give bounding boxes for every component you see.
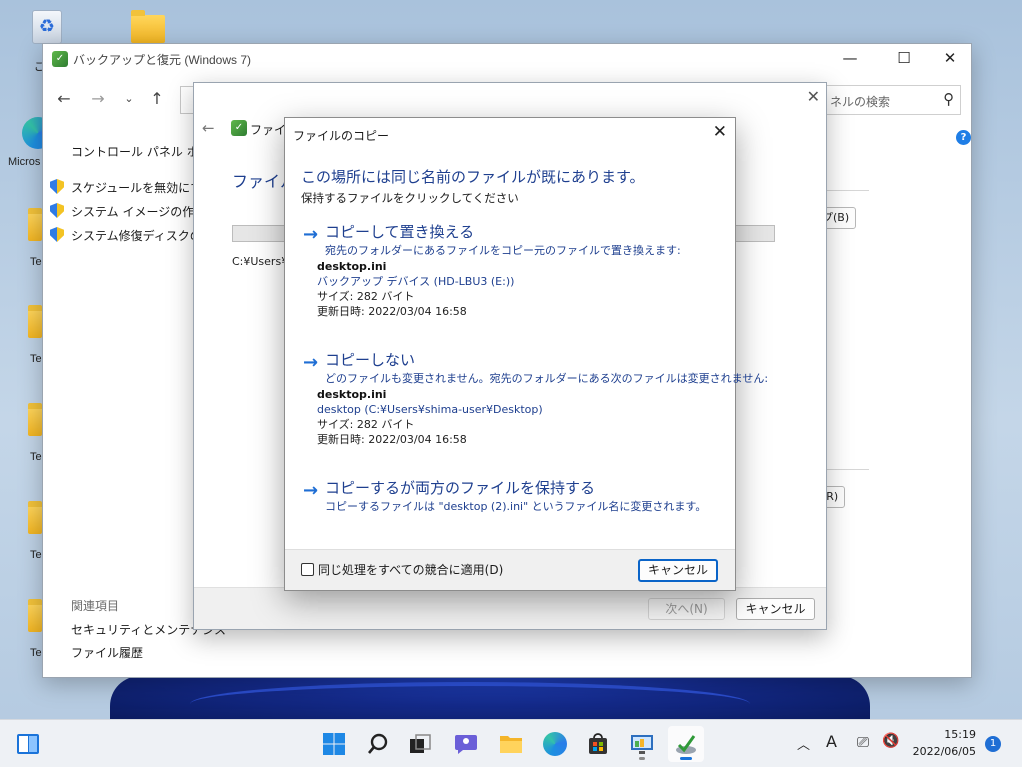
option-keep-both[interactable]: → コピーするが両方のファイルを保持する コピーするファイルは "desktop… <box>303 477 723 513</box>
taskbar: ︿ A ⎚ 🔇 15:19 2022/06/05 1 <box>0 719 1022 767</box>
desktop-icon-label: Te <box>30 549 42 561</box>
cancel-button[interactable]: キャンセル <box>736 598 815 620</box>
close-button[interactable]: ✕ <box>927 44 973 74</box>
file-size: サイズ: 282 バイト <box>317 290 415 303</box>
task-view-icon[interactable] <box>402 726 438 762</box>
backup-app-icon: ✓ <box>231 120 247 136</box>
file-name: desktop.ini <box>317 388 387 401</box>
file-location: バックアップ デバイス (HD-LBU3 (E:)) <box>317 275 515 288</box>
clock-time[interactable]: 15:19 <box>936 728 976 741</box>
file-info-destination: desktop.ini desktop (C:¥Users¥shima-user… <box>317 387 543 447</box>
related-heading: 関連項目 <box>71 599 120 613</box>
option-dont-copy[interactable]: → コピーしない どのファイルも変更されません。宛先のフォルダーにある次のファイ… <box>303 349 768 385</box>
next-button[interactable]: 次へ(N) <box>648 598 725 620</box>
file-modified: 更新日時: 2022/03/04 16:58 <box>317 433 467 446</box>
window-title: バックアップと復元 (Windows 7) <box>73 53 252 67</box>
chat-icon[interactable] <box>448 726 484 762</box>
up-arrow-icon[interactable]: ↑ <box>145 88 169 112</box>
option-description: 宛先のフォルダーにあるファイルをコピー元のファイルで置き換えます: <box>325 244 681 257</box>
shield-icon <box>50 179 64 194</box>
divider <box>827 190 869 191</box>
search-icon[interactable] <box>360 726 396 762</box>
divider <box>827 469 869 470</box>
arrow-right-icon: → <box>303 352 319 373</box>
control-panel-icon[interactable] <box>624 726 660 762</box>
folder-icon[interactable] <box>28 208 42 241</box>
backup-restore-taskbar-icon[interactable] <box>668 726 704 762</box>
network-icon[interactable]: ⎚ <box>857 733 869 751</box>
file-location: desktop (C:¥Users¥shima-user¥Desktop) <box>317 403 543 416</box>
search-input[interactable]: ネルの検索 ⚲ <box>823 85 961 115</box>
file-info-source: desktop.ini バックアップ デバイス (HD-LBU3 (E:)) サ… <box>317 259 514 319</box>
back-arrow-icon[interactable]: ← <box>202 119 215 137</box>
minimize-button[interactable]: — <box>827 44 873 74</box>
desktop-icon-label: Te <box>30 451 42 463</box>
desktop-icon-label: Te <box>30 647 42 659</box>
address-bar[interactable] <box>180 86 194 114</box>
option-copy-and-replace[interactable]: → コピーして置き換える 宛先のフォルダーにあるファイルをコピー元のファイルで置… <box>303 221 723 257</box>
store-icon[interactable] <box>580 726 616 762</box>
maximize-button[interactable]: ☐ <box>881 44 927 74</box>
dialog-cancel-button[interactable]: キャンセル <box>638 559 718 582</box>
option-description: どのファイルも変更されません。宛先のフォルダーにある次のファイルは変更されません… <box>325 372 769 385</box>
close-icon[interactable]: ✕ <box>713 122 727 142</box>
wizard-footer: 次へ(N) キャンセル <box>194 587 826 629</box>
running-indicator <box>639 757 645 760</box>
wallpaper-bloom <box>110 676 870 722</box>
search-icon: ⚲ <box>943 90 954 108</box>
notification-badge[interactable]: 1 <box>985 736 1001 752</box>
forward-arrow-icon[interactable]: → <box>86 88 110 112</box>
dialog-footer: 同じ処理をすべての競合に適用(D) キャンセル <box>285 549 735 590</box>
file-modified: 更新日時: 2022/03/04 16:58 <box>317 305 467 318</box>
backup-app-icon: ✓ <box>52 51 68 67</box>
option-description: コピーするファイルは "desktop (2).ini" というファイル名に変更… <box>325 500 707 513</box>
folder-icon[interactable] <box>28 403 42 436</box>
option-title: コピーするが両方のファイルを保持する <box>325 479 596 497</box>
title-bar[interactable]: ✓ バックアップと復元 (Windows 7) — ☐ ✕ <box>43 44 971 74</box>
chevron-up-icon[interactable]: ︿ <box>797 734 810 753</box>
active-indicator <box>680 757 692 760</box>
file-name: desktop.ini <box>317 260 387 273</box>
speaker-muted-icon[interactable]: 🔇 <box>882 733 899 749</box>
arrow-right-icon: → <box>303 224 319 245</box>
shield-icon <box>50 227 64 242</box>
folder-icon[interactable] <box>28 501 42 534</box>
apply-to-all-label[interactable]: 同じ処理をすべての競合に適用(D) <box>318 561 503 578</box>
option-title: コピーして置き換える <box>325 223 475 241</box>
apply-to-all-checkbox[interactable] <box>301 563 314 576</box>
ime-indicator[interactable]: A <box>826 732 837 751</box>
back-arrow-icon[interactable]: ← <box>52 88 76 112</box>
dialog-heading: この場所には同じ名前のファイルが既にあります。 <box>301 168 645 186</box>
close-icon[interactable]: ✕ <box>807 87 820 106</box>
edge-browser-icon[interactable] <box>537 726 573 762</box>
desktop-icon-label: Micros <box>8 156 41 168</box>
shield-icon <box>50 203 64 218</box>
desktop-icon-label: Te <box>30 353 42 365</box>
recycle-bin-icon[interactable]: ♻ <box>32 10 62 44</box>
folder-icon[interactable] <box>28 305 42 338</box>
sidebar-item-create-system-image[interactable]: システム イメージの作成 <box>71 203 206 220</box>
search-placeholder: ネルの検索 <box>830 95 891 109</box>
arrow-right-icon: → <box>303 480 319 501</box>
file-copy-dialog: ファイルのコピー ✕ この場所には同じ名前のファイルが既にあります。 保持するフ… <box>284 117 768 591</box>
dialog-title: ファイルのコピー <box>293 129 390 143</box>
recent-chevron-down-icon[interactable]: ⌄ <box>117 88 141 112</box>
desktop-icon-label: Te <box>30 256 42 268</box>
option-title: コピーしない <box>325 351 416 369</box>
start-icon[interactable] <box>316 726 352 762</box>
file-size: サイズ: 282 バイト <box>317 418 415 431</box>
dialog-subheading: 保持するファイルをクリックしてください <box>301 191 519 205</box>
clock-date[interactable]: 2022/06/05 <box>910 745 976 758</box>
related-link-file-history[interactable]: ファイル履歴 <box>71 644 143 661</box>
folder-icon[interactable] <box>131 10 165 43</box>
folder-icon[interactable] <box>28 599 42 632</box>
file-explorer-icon[interactable] <box>493 726 529 762</box>
widgets-icon[interactable] <box>10 726 46 762</box>
help-icon[interactable]: ? <box>956 130 971 145</box>
